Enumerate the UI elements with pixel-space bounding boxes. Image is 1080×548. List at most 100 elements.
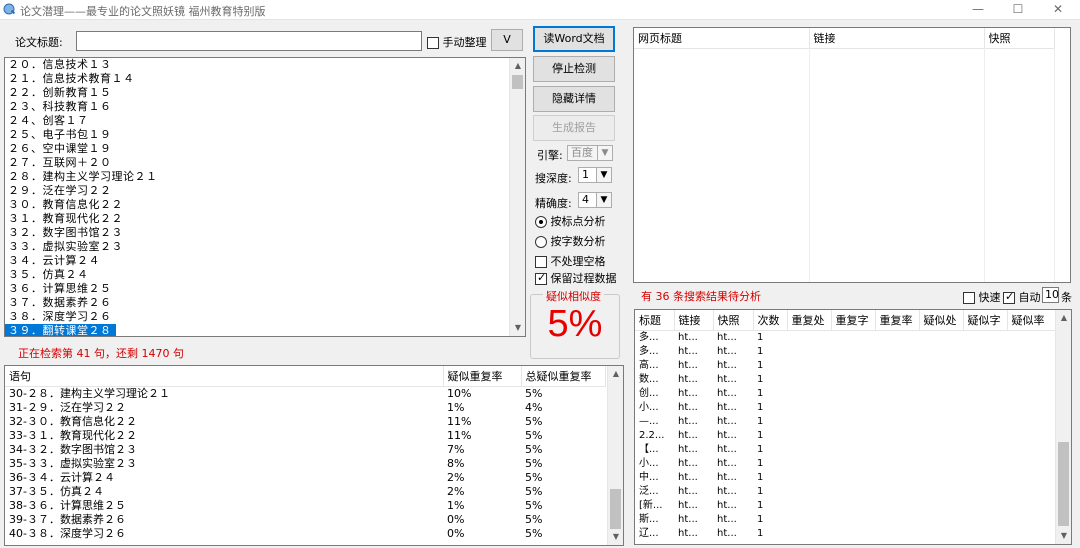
scroll-thumb[interactable] (1058, 442, 1069, 526)
column-header[interactable]: 链接 (809, 28, 985, 49)
table-row[interactable]: 辽... ht... ht... 1 (635, 527, 1055, 541)
list-item[interactable]: ２１．信息技术教育１４ (5, 72, 525, 86)
stop-detection-button[interactable]: 停止检测 (533, 56, 615, 82)
list-item[interactable]: ３９．翻转课堂２８ (5, 324, 525, 336)
table-row[interactable]: 高... ht... ht... 1 (635, 359, 1055, 373)
column-header[interactable]: 重复率 (875, 310, 920, 331)
scroll-thumb[interactable] (512, 75, 523, 89)
keep-data-checkbox[interactable]: 保留过程数据 (535, 270, 617, 286)
list-item[interactable]: ２２．创新教育１５ (5, 86, 525, 100)
list-item[interactable]: ２９．泛在学习２２ (5, 184, 525, 198)
column-header[interactable]: 链接 (674, 310, 714, 331)
minimize-button[interactable]: — (958, 0, 998, 20)
hide-detail-button[interactable]: 隐藏详情 (533, 86, 615, 112)
sentence-rate-table[interactable]: 语句 疑似重复率 总疑似重复率 30-２８．建构主义学习理论２１ 10% 5% 31-２９… (4, 365, 624, 546)
table-row[interactable]: 创... ht... ht... 1 (635, 387, 1055, 401)
table-row[interactable]: 30-２８．建构主义学习理论２１ 10% 5% (5, 386, 605, 401)
list-item[interactable]: ２８．建构主义学习理论２１ (5, 170, 525, 184)
list-item[interactable]: ３５．仿真２４ (5, 268, 525, 282)
list-item[interactable]: ３６．计算思维２５ (5, 282, 525, 296)
list-item[interactable]: ２５、电子书包１９ (5, 128, 525, 142)
sentence-list[interactable]: ２０．信息技术１３ ２１．信息技术教育１４ ２２．创新教育１５ ２３、科技教育１６ ２４… (4, 57, 526, 337)
list-item[interactable]: ３１．教育现代化２２ (5, 212, 525, 226)
table-row[interactable]: 33-３１．教育现代化２２ 11% 5% (5, 429, 605, 443)
list-item[interactable]: ２３、科技教育１６ (5, 100, 525, 114)
table-row[interactable]: 数... ht... ht... 1 (635, 373, 1055, 387)
column-header[interactable]: 总疑似重复率 (521, 366, 606, 387)
read-word-button[interactable]: 读Word文档 (533, 26, 615, 52)
scroll-down-icon[interactable]: ▼ (510, 320, 525, 336)
engine-select[interactable]: 百度 ▼ (567, 145, 613, 161)
table-row[interactable]: 32-３０．教育信息化２２ 11% 5% (5, 415, 605, 429)
no-space-checkbox[interactable]: 不处理空格 (535, 253, 606, 269)
column-header[interactable]: 次数 (753, 310, 788, 331)
sentence-rate-scrollbar[interactable]: ▲ ▼ (607, 366, 623, 545)
search-result-table[interactable]: 标题 链接 快照 次数 重复处 重复字 重复率 疑似处 疑似字 疑似率 多... ht... ht..… (634, 309, 1072, 545)
table-cell (1007, 471, 1055, 485)
table-row[interactable]: 2.2... ht... ht... 1 (635, 429, 1055, 443)
column-header[interactable]: 标题 (635, 310, 675, 331)
list-item[interactable]: ２６、空中课堂１９ (5, 142, 525, 156)
scroll-up-icon[interactable]: ▲ (1056, 310, 1071, 326)
column-header[interactable]: 疑似字 (963, 310, 1008, 331)
column-header[interactable]: 疑似重复率 (443, 366, 522, 387)
radio-characters[interactable]: 按字数分析 (535, 233, 606, 249)
column-header[interactable]: 网页标题 (634, 28, 810, 49)
list-item[interactable]: ３７．数据素养２６ (5, 296, 525, 310)
table-row[interactable]: 多... ht... ht... 1 (635, 345, 1055, 359)
table-row[interactable]: 39-３７．数据素养２６ 0% 5% (5, 513, 605, 527)
precision-select[interactable]: 4 ▼ (578, 192, 612, 208)
column-header[interactable]: 语句 (5, 366, 444, 387)
web-page-table[interactable]: 网页标题 链接 快照 (633, 27, 1071, 283)
table-row[interactable]: 35-３３．虚拟实验室２３ 8% 5% (5, 457, 605, 471)
list-item[interactable]: ３０．教育信息化２２ (5, 198, 525, 212)
list-item[interactable]: ３２．数字图书馆２３ (5, 226, 525, 240)
table-row[interactable]: 【... ht... ht... 1 (635, 443, 1055, 457)
column-header[interactable]: 快照 (713, 310, 754, 331)
scroll-up-icon[interactable]: ▲ (608, 366, 623, 382)
table-row[interactable]: 泛... ht... ht... 1 (635, 485, 1055, 499)
table-row[interactable]: 40-３８．深度学习２６ 0% 5% (5, 527, 605, 541)
radio-punctuation[interactable]: 按标点分析 (535, 213, 606, 229)
manual-organize-checkbox[interactable]: 手动整理 (427, 34, 487, 50)
scroll-down-icon[interactable]: ▼ (1056, 528, 1071, 544)
table-row[interactable]: 斯... ht... ht... 1 (635, 513, 1055, 527)
list-item[interactable]: ３３．虚拟实验室２３ (5, 240, 525, 254)
table-row[interactable]: 小... ht... ht... 1 (635, 457, 1055, 471)
list-item[interactable]: ２４、创客１７ (5, 114, 525, 128)
column-header[interactable]: 快照 (984, 28, 1055, 49)
column-header[interactable]: 疑似率 (1007, 310, 1056, 331)
maximize-button[interactable]: ☐ (998, 0, 1038, 20)
table-row[interactable]: 34-３２．数字图书馆２３ 7% 5% (5, 443, 605, 457)
fast-checkbox[interactable]: 快速 (963, 289, 1001, 305)
column-header[interactable]: 重复处 (787, 310, 832, 331)
table-row[interactable]: 多... ht... ht... 1 (635, 330, 1055, 345)
search-result-scrollbar[interactable]: ▲ ▼ (1055, 310, 1071, 544)
expand-button[interactable]: V (491, 29, 523, 51)
table-row[interactable]: 36-３４．云计算２４ 2% 5% (5, 471, 605, 485)
auto-count-input[interactable]: 10 (1042, 287, 1059, 303)
sentence-list-scrollbar[interactable]: ▲ ▼ (509, 58, 525, 336)
column-header[interactable]: 重复字 (831, 310, 876, 331)
column-header[interactable]: 疑似处 (919, 310, 964, 331)
paper-title-input[interactable] (76, 31, 422, 51)
list-item[interactable]: ３８．深度学习２６ (5, 310, 525, 324)
table-row[interactable]: 31-２９．泛在学习２２ 1% 4% (5, 401, 605, 415)
generate-report-button[interactable]: 生成报告 (533, 115, 615, 141)
scroll-down-icon[interactable]: ▼ (608, 529, 623, 545)
table-row[interactable]: —... ht... ht... 1 (635, 415, 1055, 429)
table-cell: ht... (717, 457, 737, 469)
depth-select[interactable]: 1 ▼ (578, 167, 612, 183)
table-row[interactable]: [新... ht... ht... 1 (635, 499, 1055, 513)
table-row[interactable]: 中... ht... ht... 1 (635, 471, 1055, 485)
table-row[interactable]: 37-３５．仿真２４ 2% 5% (5, 485, 605, 499)
table-row[interactable]: 38-３６．计算思维２５ 1% 5% (5, 499, 605, 513)
scroll-up-icon[interactable]: ▲ (510, 58, 525, 74)
list-item[interactable]: ２０．信息技术１３ (5, 58, 525, 72)
list-item[interactable]: ３４．云计算２４ (5, 254, 525, 268)
list-item[interactable]: ２７．互联网＋２０ (5, 156, 525, 170)
auto-checkbox[interactable]: 自动 (1003, 289, 1041, 305)
close-button[interactable]: ✕ (1038, 0, 1078, 20)
scroll-thumb[interactable] (610, 489, 621, 529)
table-row[interactable]: 小... ht... ht... 1 (635, 401, 1055, 415)
